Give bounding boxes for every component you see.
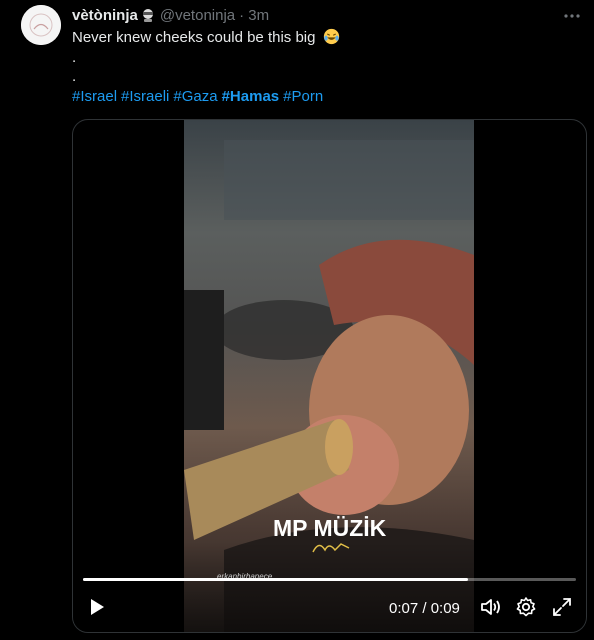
controls-overlay: [73, 542, 586, 632]
hashtag-link[interactable]: #Hamas: [222, 88, 280, 105]
time-display: 0:07 / 0:09: [389, 600, 460, 617]
progress-bar[interactable]: [83, 578, 576, 581]
ninja-emoji-icon: [142, 9, 153, 22]
tweet-text: Never knew cheeks could be this big . . …: [72, 28, 572, 106]
hashtag-link[interactable]: #Israeli: [121, 88, 169, 105]
settings-icon[interactable]: [513, 594, 539, 620]
tweet-header: vètòninja @vetoninja · 3m: [72, 5, 269, 25]
hashtag-list: #Israel #Israeli #Gaza #Hamas #Porn: [72, 87, 572, 107]
user-handle[interactable]: @vetoninja: [160, 7, 235, 24]
tweet-text-line1: Never knew cheeks could be this big: [72, 29, 316, 46]
hashtag-link[interactable]: #Gaza: [173, 88, 217, 105]
fullscreen-icon[interactable]: [549, 594, 575, 620]
more-icon[interactable]: [562, 6, 582, 26]
tweet-text-line2: .: [72, 48, 77, 66]
tweet-text-line3: .: [72, 68, 77, 85]
volume-icon[interactable]: [478, 594, 504, 620]
play-icon[interactable]: [83, 594, 109, 620]
hashtag-link[interactable]: #Israel: [72, 88, 117, 105]
hashtag-link[interactable]: #Porn: [283, 88, 323, 105]
video-player[interactable]: MP MÜZİK erkanbirhanece 0:07 / 0:09: [72, 119, 587, 633]
progress-fill: [83, 578, 468, 581]
avatar[interactable]: [21, 5, 61, 45]
laughing-crying-emoji-icon: [323, 28, 339, 45]
display-name[interactable]: vètòninja: [72, 7, 138, 24]
timestamp[interactable]: · 3m: [239, 7, 269, 24]
